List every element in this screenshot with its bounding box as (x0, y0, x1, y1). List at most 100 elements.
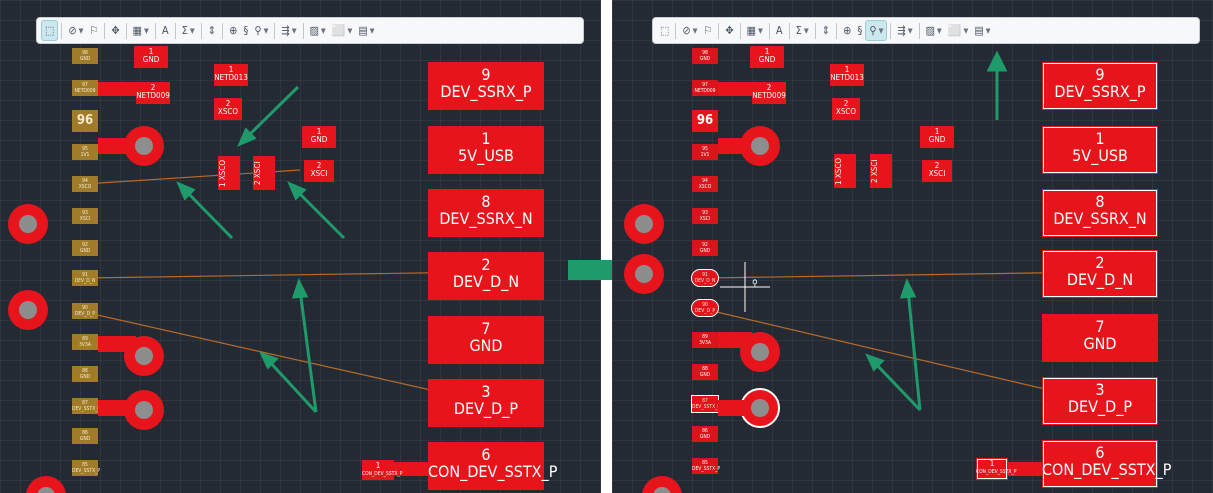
header-pin[interactable]: 94 XSCO (692, 176, 718, 192)
header-pin[interactable]: 86 GND (72, 428, 98, 444)
pin-net: DEV_D_P (694, 308, 716, 314)
header-pin[interactable]: 94 XSCO (72, 176, 98, 192)
connector-pad-selected[interactable]: 1 5V_USB (1042, 126, 1158, 174)
header-pin[interactable]: 95 1V1 (692, 144, 718, 160)
smd-pad-gnd[interactable]: 1 GND (750, 46, 784, 68)
header-pin-selected[interactable]: 91 DEV_D_N (691, 269, 719, 287)
smd-pad-gnd[interactable]: 1 GND (134, 46, 168, 68)
pin-net: DEV_SSTX_N (72, 406, 101, 412)
header-pin[interactable]: 89 3V3A (692, 332, 718, 348)
pin-net: GND (699, 372, 711, 378)
copper-trace (718, 138, 748, 154)
smd-pad-xsci[interactable]: 2 XSCI (922, 160, 952, 182)
via[interactable] (8, 290, 48, 330)
smd-pad-xsci[interactable]: 2 XSCI (304, 160, 334, 182)
header-pin-selected[interactable]: 90 DEV_D_P (691, 299, 719, 317)
smd-pad-netd009[interactable]: 2 NETD009 (752, 82, 786, 104)
pin-net: XSCO (78, 184, 92, 190)
connector-pad-selected[interactable]: 6 CON_DEV_SSTX_P (1042, 440, 1171, 488)
connector-pad[interactable]: 8 DEV_SSRX_N (428, 189, 544, 237)
pcb-canvas-after[interactable]: ⬚ ⊘ ▼ ⚐ ✥ ▦ ▼ A Σ ▼ ⇕ ⊕ § ⚲ ▼ ⇶ ▼ ▨ ▼ ⬜ ▼ ▤ ▼ ⚲ (612, 0, 1213, 493)
connector-pad[interactable]: 3 DEV_D_P (428, 379, 544, 427)
header-pin[interactable]: 95 1V1 (72, 144, 98, 160)
header-pin[interactable]: 98 GND (692, 48, 718, 64)
smd-pad-gnd-mid[interactable]: 1 GND (302, 126, 336, 148)
pin-net: 3V3A (699, 340, 711, 346)
connector-pad-selected[interactable]: 3 DEV_D_P (1042, 377, 1158, 425)
smd-pad-con-selected[interactable]: 1 CON_DEV_SSTX_P (976, 458, 1016, 480)
pin-net: GND (699, 56, 711, 62)
pin-net: DEV_SSTX_P (692, 466, 721, 472)
probe-cursor-icon: ⚲ (752, 279, 758, 289)
via[interactable] (624, 254, 664, 294)
pin-net: XSCO (698, 184, 712, 190)
pin-net: NETD009 (694, 88, 716, 94)
pin-net: XSCI (79, 216, 91, 222)
copper-trace (98, 138, 132, 154)
pin-net: DEV_SSTX_P (72, 468, 101, 474)
annotation-arrows (865, 50, 1008, 412)
connector-pad[interactable]: 2 DEV_D_N (428, 252, 544, 300)
pin-net: DEV_D_N (694, 278, 716, 284)
pin-net: XSCI (699, 216, 711, 222)
pin-net: GND (79, 436, 91, 442)
header-pin-large[interactable]: 96 (72, 110, 98, 132)
crosshair-cursor-icon (720, 262, 770, 312)
connector-pad[interactable]: 7 GND (428, 316, 544, 364)
pin-net: 1V1 (700, 152, 710, 158)
smd-pad-xsci-vertical[interactable]: 2 XSCI (253, 156, 275, 190)
smd-pad-xsco[interactable]: 2 XSCO (214, 98, 242, 120)
header-pin[interactable]: 92 GND (72, 240, 98, 256)
header-pin[interactable]: 91 DEV_D_N (72, 270, 98, 286)
connector-pad-selected[interactable]: 8 DEV_SSRX_N (1042, 189, 1158, 237)
pin-net: GND (79, 56, 91, 62)
copper-trace (718, 400, 748, 416)
pin-net: GND (79, 374, 91, 380)
header-pin[interactable]: 93 XSCI (692, 208, 718, 224)
via[interactable] (8, 204, 48, 244)
connector-pad[interactable]: 9 DEV_SSRX_P (428, 62, 544, 110)
connector-pad[interactable]: 1 5V_USB (428, 126, 544, 174)
smd-pad-netd009[interactable]: 2 NETD009 (136, 82, 170, 104)
header-pin[interactable]: 85 DEV_SSTX_P (692, 458, 721, 474)
header-pin[interactable]: 90 DEV_D_P (72, 303, 98, 319)
pin-net: GND (79, 248, 91, 254)
header-pin[interactable]: 92 GND (692, 240, 718, 256)
header-pin[interactable]: 88 GND (692, 364, 718, 380)
pin-net: GND (699, 434, 711, 440)
copper-trace (98, 400, 132, 416)
smd-pad-xsco-vertical[interactable]: 1 XSCO (218, 156, 240, 190)
header-pin[interactable]: 88 GND (72, 366, 98, 382)
connector-pad[interactable]: 7 GND (1042, 314, 1158, 362)
header-pin-selected[interactable]: 87 DEV_SSTX_N (691, 395, 721, 413)
header-pin[interactable]: 97 NETD009 (72, 80, 98, 96)
smd-pad-netd013[interactable]: 1 NETD013 (830, 64, 864, 86)
pin-net: 1V1 (80, 152, 90, 158)
smd-pad-xsco-vertical[interactable]: 1 XSCO (834, 154, 856, 188)
copper-trace (98, 336, 136, 352)
pin-net: GND (699, 248, 711, 254)
pcb-canvas-before[interactable]: ⬚ ⊘ ▼ ⚐ ✥ ▦ ▼ A Σ ▼ ⇕ ⊕ § ⚲ ▼ ⇶ ▼ ▨ ▼ ⬜ ▼ ▤ ▼ (0, 0, 601, 493)
pin-net: DEV_D_P (74, 311, 96, 317)
header-pin[interactable]: 89 3V3A (72, 334, 98, 350)
header-pin[interactable]: 93 XSCI (72, 208, 98, 224)
header-pin[interactable]: 87 DEV_SSTX_N (72, 398, 101, 414)
pin-net: NETD009 (74, 88, 96, 94)
connector-pad-selected[interactable]: 9 DEV_SSRX_P (1042, 62, 1158, 110)
header-pin[interactable]: 86 GND (692, 426, 718, 442)
header-pin[interactable]: 85 DEV_SSTX_P (72, 460, 101, 476)
smd-pad-xsco[interactable]: 2 XSCO (832, 98, 860, 120)
header-pin[interactable]: 97 NETD009 (692, 80, 718, 96)
header-pin-large[interactable]: 96 (692, 110, 718, 132)
pin-net: DEV_D_N (74, 278, 96, 284)
header-pin[interactable]: 98 GND (72, 48, 98, 64)
smd-pad-con[interactable]: 1 CON_DEV_SSTX_P (362, 460, 402, 480)
smd-pad-netd013[interactable]: 1 NETD013 (214, 64, 248, 86)
connector-pad-selected[interactable]: 2 DEV_D_N (1042, 250, 1158, 298)
via[interactable] (624, 204, 664, 244)
trace-dev-d-n (83, 271, 485, 279)
smd-pad-xsci-vertical[interactable]: 2 XSCI (870, 154, 892, 188)
smd-pad-gnd-mid[interactable]: 1 GND (920, 126, 954, 148)
copper-trace (718, 332, 752, 348)
connector-pad[interactable]: 6 CON_DEV_SSTX_P (428, 442, 557, 490)
